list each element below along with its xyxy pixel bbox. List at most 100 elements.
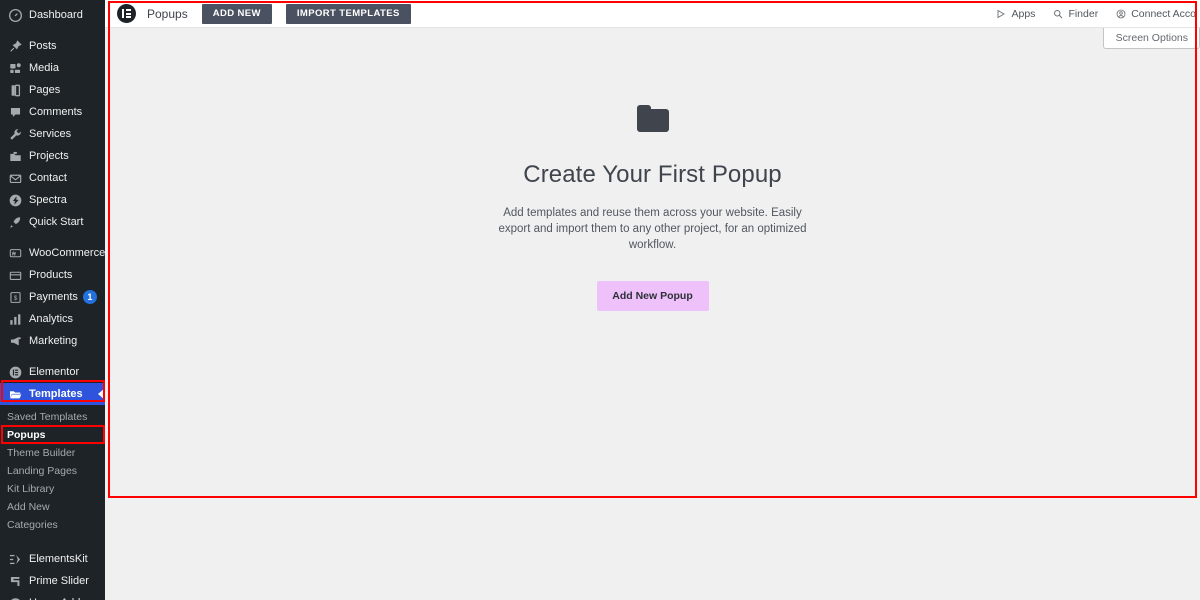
screen-options-label: Screen Options: [1115, 32, 1188, 44]
sidebar-item-marketing[interactable]: Marketing: [0, 330, 105, 352]
page-title: Popups: [147, 6, 188, 21]
apps-button[interactable]: Apps: [996, 8, 1036, 20]
connect-account-label: Connect Acco: [1131, 8, 1196, 20]
submenu-item-saved-templates[interactable]: Saved Templates: [0, 408, 105, 426]
page-icon: [7, 83, 23, 97]
sidebar-separator: [0, 233, 105, 242]
media-icon: [7, 61, 23, 75]
sidebar-item-templates[interactable]: Templates: [0, 383, 105, 405]
sidebar-item-comments[interactable]: Comments: [0, 101, 105, 123]
sidebar-item-label: Quick Start: [29, 215, 84, 228]
happyaddons-icon: [7, 596, 23, 600]
sidebar-item-label: Projects: [29, 149, 69, 162]
sidebar-item-pages[interactable]: Pages: [0, 79, 105, 101]
products-icon: [7, 268, 23, 282]
dashboard-icon: [7, 8, 23, 22]
sidebar-item-label: Templates: [29, 387, 83, 400]
sidebar-item-label: Contact: [29, 171, 67, 184]
sidebar-item-payments[interactable]: $ Payments 1: [0, 286, 105, 308]
rocket-icon: [7, 215, 23, 229]
comment-icon: [7, 105, 23, 119]
finder-label: Finder: [1068, 8, 1099, 20]
svg-text:$: $: [13, 295, 17, 302]
elementskit-icon: [7, 552, 23, 566]
submenu-item-landing-pages[interactable]: Landing Pages: [0, 462, 105, 480]
empty-state-panel: Create Your First Popup Add templates an…: [105, 28, 1200, 498]
sidebar-item-label: Prime Slider: [29, 574, 89, 587]
submenu-item-label: Kit Library: [7, 483, 55, 495]
sidebar-item-label: Pages: [29, 83, 61, 96]
submenu-item-label: Categories: [7, 519, 58, 531]
sidebar-item-label: Analytics: [29, 312, 74, 325]
sidebar-item-label: Posts: [29, 39, 57, 52]
empty-state-description: Add templates and reuse them across your…: [498, 207, 807, 251]
megaphone-icon: [7, 334, 23, 348]
apps-play-icon: [996, 9, 1007, 20]
payments-badge: 1: [82, 290, 97, 304]
sidebar-separator: [0, 352, 105, 361]
add-new-button[interactable]: ADD NEW: [201, 3, 272, 24]
submenu-item-label: Add New: [7, 501, 50, 513]
sidebar-item-label: ElementsKit: [29, 552, 88, 565]
payments-icon: $: [7, 290, 23, 304]
prime-slider-icon: [7, 574, 23, 588]
elementor-topbar: Popups ADD NEW IMPORT TEMPLATES Apps Fin…: [105, 0, 1200, 28]
woocommerce-icon: [7, 246, 23, 260]
elementor-logo-icon[interactable]: [117, 4, 136, 23]
submenu-item-theme-builder[interactable]: Theme Builder: [0, 444, 105, 462]
sidebar-item-label: Comments: [29, 105, 83, 118]
wrench-icon: [7, 127, 23, 141]
sidebar-item-label: Dashboard: [29, 8, 83, 21]
sidebar-item-media[interactable]: Media: [0, 57, 105, 79]
sidebar-item-elementor[interactable]: Elementor: [0, 361, 105, 383]
pin-icon: [7, 39, 23, 53]
caret-icon: [98, 388, 105, 400]
search-icon: [1052, 9, 1063, 20]
empty-state-title: Create Your First Popup: [523, 161, 782, 188]
submenu-item-label: Popups: [7, 429, 46, 441]
sidebar-item-products[interactable]: Products: [0, 264, 105, 286]
sidebar-item-happyaddons[interactable]: HappyAddons: [0, 592, 105, 600]
sidebar-item-dashboard[interactable]: Dashboard: [0, 4, 105, 26]
sidebar-item-label: WooCommerce: [29, 246, 105, 259]
sidebar-item-label: Payments: [29, 290, 78, 303]
user-circle-icon: [1115, 9, 1126, 20]
submenu-item-label: Theme Builder: [7, 447, 76, 459]
sidebar-item-quick-start[interactable]: Quick Start: [0, 211, 105, 233]
sidebar-item-label: Services: [29, 127, 72, 140]
sidebar-item-prime-slider[interactable]: Prime Slider: [0, 570, 105, 592]
submenu-item-popups[interactable]: Popups: [0, 426, 105, 444]
sidebar-item-label: Marketing: [29, 334, 78, 347]
screen-options-tab[interactable]: Screen Options: [1102, 28, 1200, 49]
templates-submenu: Saved Templates Popups Theme Builder Lan…: [0, 405, 105, 539]
folder-open-icon: [7, 387, 23, 401]
import-templates-button[interactable]: IMPORT TEMPLATES: [285, 3, 411, 24]
apps-label: Apps: [1011, 8, 1036, 20]
sidebar-item-analytics[interactable]: Analytics: [0, 308, 105, 330]
add-new-popup-button[interactable]: Add New Popup: [596, 281, 709, 311]
sidebar-item-contact[interactable]: Contact: [0, 167, 105, 189]
admin-sidebar: Dashboard Posts Media Pages Comments Ser…: [0, 0, 105, 600]
admin-screen: Dashboard Posts Media Pages Comments Ser…: [0, 0, 1200, 600]
sidebar-item-projects[interactable]: Projects: [0, 145, 105, 167]
finder-button[interactable]: Finder: [1052, 8, 1098, 20]
folder-icon: [635, 104, 671, 139]
analytics-icon: [7, 312, 23, 326]
sidebar-separator: [0, 539, 105, 548]
sidebar-item-services[interactable]: Services: [0, 123, 105, 145]
submenu-item-label: Saved Templates: [7, 411, 88, 423]
sidebar-item-spectra[interactable]: Spectra: [0, 189, 105, 211]
submenu-item-categories[interactable]: Categories: [0, 516, 105, 534]
sidebar-item-elementskit[interactable]: ElementsKit: [0, 548, 105, 570]
submenu-item-kit-library[interactable]: Kit Library: [0, 480, 105, 498]
topbar-right-actions: Apps Finder Connect Acco: [996, 0, 1200, 28]
main-content: Popups ADD NEW IMPORT TEMPLATES Apps Fin…: [105, 0, 1200, 600]
spectra-icon: [7, 193, 23, 207]
sidebar-item-label: Media: [29, 61, 59, 74]
submenu-item-add-new[interactable]: Add New: [0, 498, 105, 516]
sidebar-item-woocommerce[interactable]: WooCommerce: [0, 242, 105, 264]
sidebar-item-posts[interactable]: Posts: [0, 35, 105, 57]
envelope-icon: [7, 171, 23, 185]
sidebar-item-label: Elementor: [29, 365, 80, 378]
connect-account-button[interactable]: Connect Acco: [1115, 8, 1196, 20]
